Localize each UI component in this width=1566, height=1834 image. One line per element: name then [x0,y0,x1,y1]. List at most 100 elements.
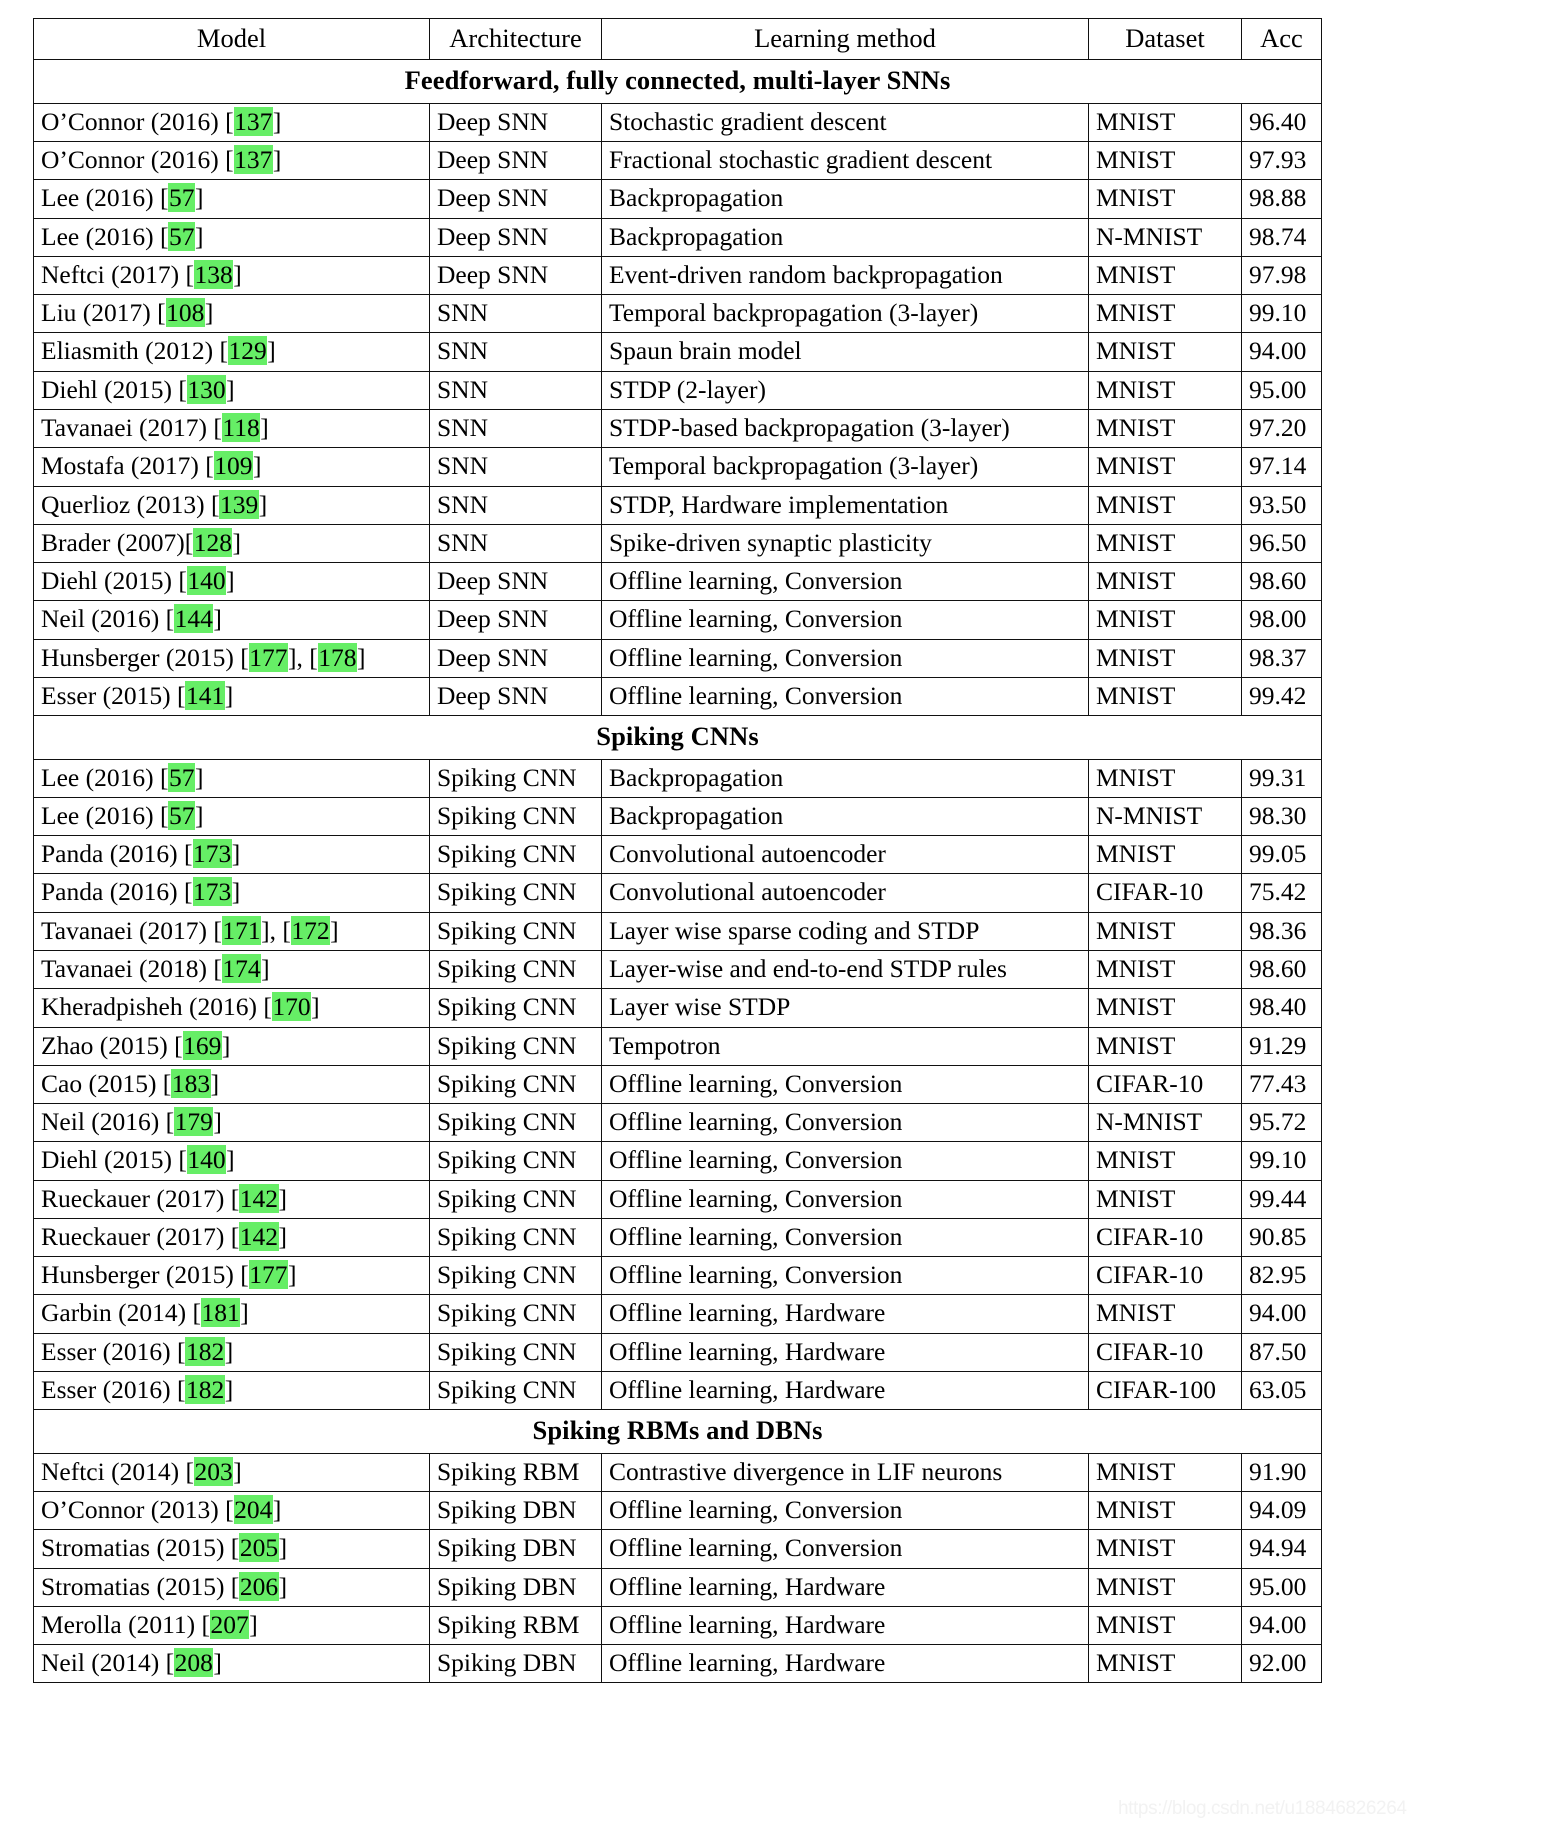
citation-reference[interactable]: 179 [174,1107,214,1137]
citation-reference[interactable]: 140 [186,566,227,596]
citation-bracket-secondary: ] [330,915,339,945]
citation-reference[interactable]: 140 [186,1145,227,1175]
citation-bracket: ] [226,374,235,404]
cell-dataset: MNIST [1088,1452,1242,1492]
cell-learning-method: Backpropagation [601,179,1089,219]
cell-architecture: Spiking DBN [429,1490,602,1531]
model-name-text: Panda (2016) [ [41,877,193,907]
citation-reference[interactable]: 207 [210,1609,250,1639]
cell-learning-method: Tempotron [601,1026,1089,1066]
model-name-text: Lee (2016) [ [41,762,169,792]
citation-reference[interactable]: 169 [182,1030,222,1060]
cell-learning-method: Convolutional autoencoder [601,835,1089,875]
citation-reference[interactable]: 130 [186,374,227,404]
citation-bracket: ] [278,1221,288,1251]
model-name-text: Liu (2017) [ [41,298,166,328]
cell-learning-method: Offline learning, Conversion [601,676,1089,717]
cell-architecture: Spiking CNN [429,835,602,875]
citation-bracket: ] [231,877,241,907]
table-row: Diehl (2015) [130] SNN STDP (2-layer) MNIST… [33,370,1322,410]
citation-reference[interactable]: 137 [233,144,273,174]
cell-architecture: SNN [429,408,602,449]
citation-bracket: ] [278,1571,288,1601]
citation-reference[interactable]: 118 [221,412,261,442]
citation-bracket: ] [232,527,241,557]
model-name-text: Hunsberger (2015) [ [41,642,249,672]
citation-reference[interactable]: 141 [185,680,225,710]
cell-model: Neil (2016) [179] [33,1103,430,1143]
cell-learning-method: Event-driven random backpropagation [601,255,1089,296]
cell-learning-method: Offline learning, Conversion [601,638,1089,678]
citation-reference[interactable]: 108 [165,298,205,328]
citation-reference[interactable]: 204 [233,1494,273,1524]
citation-reference[interactable]: 203 [193,1456,234,1486]
citation-reference[interactable]: 142 [239,1221,279,1251]
citation-reference[interactable]: 128 [193,527,233,557]
citation-reference[interactable]: 57 [168,762,195,792]
citation-reference-secondary[interactable]: 172 [290,915,331,945]
cell-dataset: N-MNIST [1088,1103,1242,1143]
citation-reference[interactable]: 109 [213,451,254,481]
cell-learning-method: Offline learning, Conversion [601,1490,1089,1531]
citation-reference[interactable]: 181 [201,1298,241,1328]
cell-accuracy: 98.74 [1241,217,1322,257]
cell-accuracy: 98.60 [1241,562,1322,602]
citation-reference-secondary[interactable]: 178 [317,642,357,672]
table-row: Neftci (2014) [203] Spiking RBM Contrastiv… [33,1452,1322,1492]
cell-accuracy: 98.00 [1241,600,1322,640]
cell-dataset: CIFAR-10 [1088,1064,1242,1105]
citation-reference[interactable]: 144 [174,604,214,634]
table-row: Hunsberger (2015) [177], [178] Deep SNN Of… [33,638,1322,678]
table-row: Eliasmith (2012) [129] SNN Spaun brain mod… [33,332,1322,372]
citation-reference[interactable]: 170 [271,992,312,1022]
table-header: Model Architecture Learning method Datas… [33,17,1322,61]
cell-model: Diehl (2015) [140] [33,1141,430,1181]
citation-reference[interactable]: 138 [193,259,234,289]
citation-bracket: ] [213,1107,222,1137]
column-header-learning-method: Learning method [601,17,1089,61]
cell-model: Tavanaei (2018) [174] [33,949,430,990]
citation-reference[interactable]: 182 [185,1336,225,1366]
cell-accuracy: 97.93 [1241,140,1322,181]
cell-model: Eliasmith (2012) [129] [33,332,430,372]
model-name-text: Neftci (2014) [ [41,1456,194,1486]
citation-bracket: ] [224,1336,234,1366]
cell-model: Lee (2016) [57] [33,217,430,257]
section-header-row: Spiking RBMs and DBNs [33,1409,1322,1454]
citation-reference[interactable]: 57 [168,800,195,830]
citation-reference[interactable]: 139 [219,489,259,519]
table-row: Merolla (2011) [207] Spiking RBM Offline l… [33,1605,1322,1646]
model-name-text: Hunsberger (2015) [ [41,1260,249,1290]
cell-learning-method: Offline learning, Conversion [601,1103,1089,1143]
citation-reference[interactable]: 177 [248,1260,288,1290]
citation-reference[interactable]: 174 [221,953,262,983]
citation-reference[interactable]: 173 [192,877,232,907]
table-row: Tavanaei (2017) [118] SNN STDP-based backp… [33,408,1322,449]
citation-reference[interactable]: 142 [239,1183,279,1213]
table-row: Tavanaei (2017) [171], [172] Spiking CNN L… [33,911,1322,951]
citation-reference[interactable]: 57 [168,183,195,213]
table-row: Lee (2016) [57] Spiking CNN Backpropagatio… [33,796,1322,837]
citation-reference[interactable]: 182 [185,1375,225,1405]
cell-model: Kheradpisheh (2016) [170] [33,988,430,1028]
citation-reference[interactable]: 177 [248,642,288,672]
citation-reference[interactable]: 205 [239,1533,279,1563]
cell-learning-method: Offline learning, Conversion [601,1256,1089,1296]
model-name-text: Garbin (2014) [ [41,1298,202,1328]
cell-accuracy: 98.40 [1241,988,1322,1028]
citation-reference[interactable]: 183 [171,1068,211,1098]
cell-learning-method: Offline learning, Conversion [601,1179,1089,1219]
citation-reference[interactable]: 129 [227,336,268,366]
citation-reference[interactable]: 208 [174,1648,214,1678]
table-row: Neil (2016) [179] Spiking CNN Offline lear… [33,1103,1322,1143]
citation-reference[interactable]: 137 [233,106,273,136]
citation-reference[interactable]: 173 [192,839,232,869]
cell-learning-method: Fractional stochastic gradient descent [601,140,1089,181]
citation-reference[interactable]: 57 [168,221,195,251]
citation-reference[interactable]: 206 [239,1571,279,1601]
cell-architecture: Spiking CNN [429,949,602,990]
cell-learning-method: Offline learning, Conversion [601,1141,1089,1181]
citation-reference[interactable]: 171 [221,915,262,945]
table-row: Hunsberger (2015) [177] Spiking CNN Offlin… [33,1256,1322,1296]
cell-architecture: Spiking CNN [429,1294,602,1334]
